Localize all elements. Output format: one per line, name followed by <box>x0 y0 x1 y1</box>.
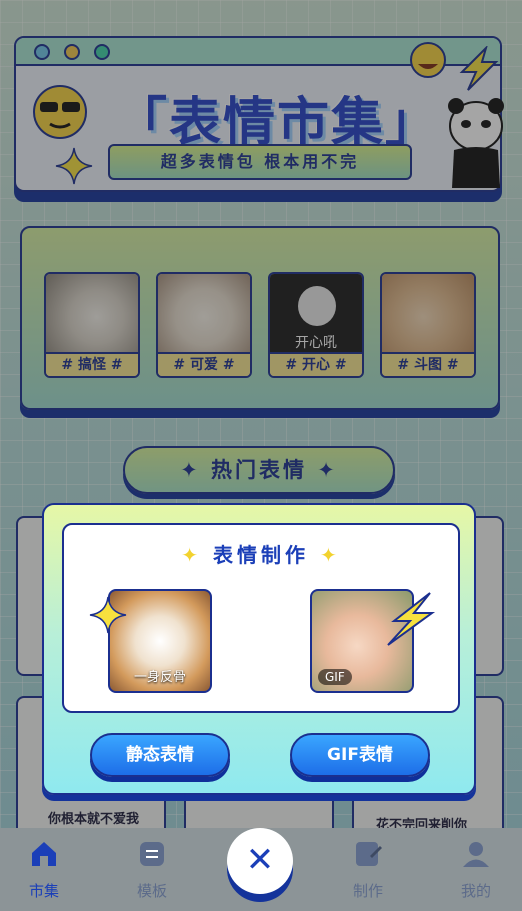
gif-badge: GIF <box>318 669 352 685</box>
tab-template[interactable]: 模板 <box>122 838 182 901</box>
close-modal-button[interactable]: ✕ <box>227 828 293 894</box>
sparkle-icon: ✦ <box>309 543 341 567</box>
modal-title: ✦ 表情制作 ✦ <box>64 539 458 568</box>
template-icon <box>140 842 164 866</box>
close-icon: ✕ <box>245 840 275 880</box>
home-icon <box>32 842 56 866</box>
creation-modal: ✦ 表情制作 ✦ 一身反骨 GIF 静态表情 GIF表情 <box>42 503 476 795</box>
sparkle-icon <box>89 596 127 634</box>
static-sticker-button[interactable]: 静态表情 <box>90 733 230 777</box>
tab-label: 我的 <box>460 882 491 900</box>
sticker-caption: 一身反骨 <box>133 670 186 685</box>
tab-create[interactable]: 制作 <box>338 838 398 901</box>
user-icon <box>463 842 489 867</box>
tab-label: 模板 <box>136 882 167 900</box>
sparkle-icon: ✦ <box>181 543 213 567</box>
tab-label: 市集 <box>28 882 59 900</box>
modal-title-text: 表情制作 <box>213 543 309 567</box>
tab-profile[interactable]: 我的 <box>446 838 506 901</box>
modal-content: ✦ 表情制作 ✦ 一身反骨 GIF <box>62 523 460 713</box>
edit-icon <box>356 842 382 866</box>
tab-market[interactable]: 市集 <box>14 838 74 901</box>
gif-sticker-button[interactable]: GIF表情 <box>290 733 430 777</box>
lightning-icon <box>387 592 436 646</box>
tab-label: 制作 <box>352 882 383 900</box>
